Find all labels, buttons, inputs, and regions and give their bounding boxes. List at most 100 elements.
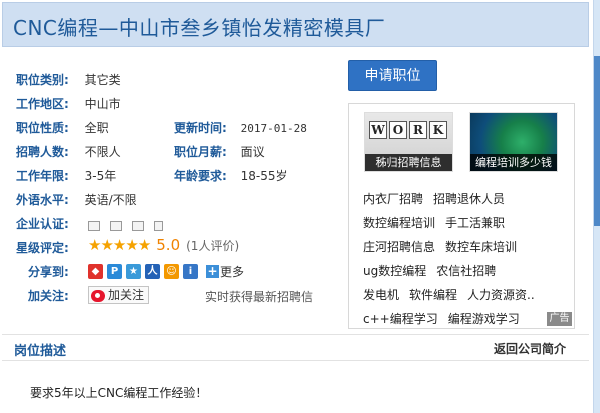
work-letter: O xyxy=(389,121,407,139)
updated-value: 2017-01-28 xyxy=(240,122,307,135)
age-value: 18-55岁 xyxy=(240,169,288,183)
ad-link[interactable]: 人力资源资.. xyxy=(467,288,535,302)
ad-link[interactable]: 数控车床培训 xyxy=(445,240,517,254)
ad-link-row: c++编程学习 编程游戏学习 xyxy=(363,310,530,327)
work-letters: WORK xyxy=(369,121,449,139)
ad-image-work[interactable]: WORK 秭归招聘信息 xyxy=(364,112,453,172)
qzone-share-icon[interactable]: ◆ xyxy=(88,264,103,279)
job-description-title: 岗位描述 xyxy=(14,344,67,359)
certification-icons xyxy=(88,218,173,232)
recruit-row: 招聘人数: 不限人 xyxy=(16,144,121,160)
salary-label: 职位月薪: xyxy=(174,145,227,159)
star-icon: ★ xyxy=(137,236,152,254)
ad-link-row: 内衣厂招聘 招聘退休人员 xyxy=(363,190,515,207)
page-title: CNC编程—中山市叁乡镇怡发精密模具厂 xyxy=(13,16,386,40)
share-label: 分享到: xyxy=(28,265,69,279)
ad-box: WORK 秭归招聘信息 编程培训多少钱 内衣厂招聘 招聘退休人员 数控编程培训 手工… xyxy=(348,103,575,329)
updated-row: 更新时间: 2017-01-28 xyxy=(174,120,307,136)
follow-note: 实时获得最新招聘信 xyxy=(205,290,314,304)
ad-link[interactable]: ug数控编程 xyxy=(363,264,426,278)
rating-score: 5.0 xyxy=(156,236,181,254)
certification-row: 企业认证: xyxy=(16,216,69,232)
years-label: 工作年限: xyxy=(16,169,69,183)
star-icon: ★ xyxy=(125,236,139,254)
nature-value: 全职 xyxy=(84,121,109,135)
ad-link-row: ug数控编程 农信社招聘 xyxy=(363,262,506,279)
star-holder: ★★★★★ xyxy=(88,236,152,254)
apply-job-button[interactable]: 申请职位 xyxy=(348,60,437,91)
share-icons: ◆ P ★ 人 ☺ i + 更多 xyxy=(88,263,244,280)
renren-share-icon[interactable]: ★ xyxy=(126,264,141,279)
share-row: 分享到: xyxy=(28,264,69,280)
certification-label: 企业认证: xyxy=(16,217,69,231)
ad-link[interactable]: 编程游戏学习 xyxy=(448,312,520,326)
share-more-link[interactable]: 更多 xyxy=(220,265,244,279)
age-row: 年龄要求: 18-55岁 xyxy=(174,168,288,184)
id-card-icon xyxy=(88,220,100,231)
ad-link[interactable]: 数控编程培训 xyxy=(363,216,435,230)
ad-link[interactable]: 发电机 xyxy=(363,288,399,302)
salary-value: 面议 xyxy=(240,145,265,159)
ad-link-row: 发电机 软件编程 人力资源资.. xyxy=(363,286,545,303)
share-more-icon[interactable]: + xyxy=(206,265,219,278)
region-row: 工作地区: 中山市 xyxy=(16,96,121,112)
baidu-share-icon[interactable]: i xyxy=(183,264,198,279)
section-divider xyxy=(2,334,589,335)
ad-link[interactable]: 庄河招聘信息 xyxy=(363,240,435,254)
kaixin-share-icon[interactable]: 人 xyxy=(145,264,160,279)
title-bar: CNC编程—中山市叁乡镇怡发精密模具厂 xyxy=(2,2,589,47)
category-label: 职位类别: xyxy=(16,73,69,87)
recruit-value: 不限人 xyxy=(84,145,121,159)
section-underline xyxy=(2,360,589,361)
ad-link[interactable]: 招聘退休人员 xyxy=(433,192,505,206)
ad-link[interactable]: c++编程学习 xyxy=(363,312,438,326)
job-description-text: 要求5年以上CNC编程工作经验！ xyxy=(30,386,208,400)
ad-link[interactable]: 农信社招聘 xyxy=(436,264,496,278)
ad-image-programming[interactable]: 编程培训多少钱 xyxy=(469,112,558,172)
work-letter: K xyxy=(429,121,447,139)
region-label: 工作地区: xyxy=(16,97,69,111)
follow-row: 加关注: xyxy=(28,288,69,304)
rating-label: 星级评定: xyxy=(16,241,69,255)
region-value: 中山市 xyxy=(84,97,121,111)
language-row: 外语水平: 英语/不限 xyxy=(16,192,137,208)
salary-row: 职位月薪: 面议 xyxy=(174,144,265,160)
follow-label: 加关注: xyxy=(28,289,69,303)
recruit-label: 招聘人数: xyxy=(16,145,69,159)
ad-tag: 广告 xyxy=(547,312,572,326)
category-row: 职位类别: 其它类 xyxy=(16,72,121,88)
star-icon: ★ xyxy=(100,236,114,254)
category-value: 其它类 xyxy=(84,73,121,87)
ad-link[interactable]: 内衣厂招聘 xyxy=(363,192,423,206)
ad-link-row: 数控编程培训 手工活兼职 xyxy=(363,214,515,231)
ad-image-programming-caption: 编程培训多少钱 xyxy=(470,154,557,171)
douban-share-icon[interactable]: ☺ xyxy=(164,264,179,279)
scrollbar-thumb[interactable] xyxy=(594,56,600,226)
weibo-tencent-share-icon[interactable]: P xyxy=(107,264,122,279)
phone-icon xyxy=(154,220,163,231)
years-value: 3-5年 xyxy=(84,169,117,183)
ad-link-row: 庄河招聘信息 数控车床培训 xyxy=(363,238,527,255)
ad-image-work-caption: 秭归招聘信息 xyxy=(365,154,452,171)
rating-row: 星级评定: xyxy=(16,240,69,256)
ad-link[interactable]: 软件编程 xyxy=(409,288,457,302)
rating-stars: ★★★★★ 5.0 (1人评价) xyxy=(88,236,239,254)
updated-label: 更新时间: xyxy=(174,121,227,135)
license-icon xyxy=(110,220,122,231)
email-icon xyxy=(132,220,144,231)
work-letter: R xyxy=(409,121,427,139)
follow-button-label: 加关注 xyxy=(108,288,145,302)
language-label: 外语水平: xyxy=(16,193,69,207)
weibo-icon xyxy=(91,289,105,302)
rating-count: (1人评价) xyxy=(186,239,240,253)
follow-button[interactable]: 加关注 xyxy=(88,286,150,304)
language-value: 英语/不限 xyxy=(84,193,137,207)
age-label: 年龄要求: xyxy=(174,169,227,183)
page-scrollbar[interactable] xyxy=(593,0,600,413)
nature-label: 职位性质: xyxy=(16,121,69,135)
nature-row: 职位性质: 全职 xyxy=(16,120,109,136)
back-to-company-link[interactable]: 返回公司简介 xyxy=(494,340,566,357)
years-row: 工作年限: 3-5年 xyxy=(16,168,116,184)
ad-link[interactable]: 手工活兼职 xyxy=(445,216,505,230)
work-letter: W xyxy=(369,121,387,139)
